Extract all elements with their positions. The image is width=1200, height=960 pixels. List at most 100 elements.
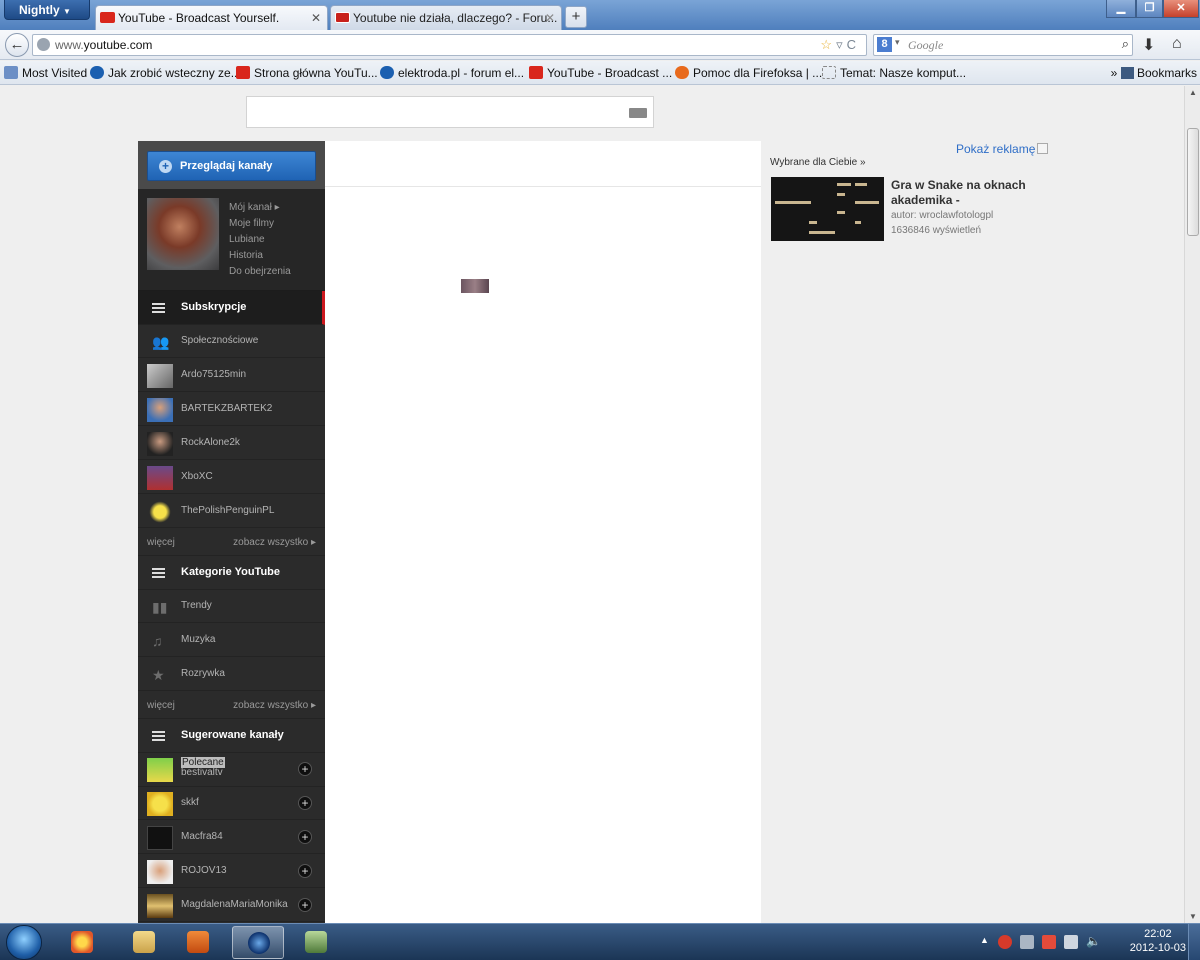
star-icon[interactable]: ☆ xyxy=(820,37,836,52)
close-tab-icon[interactable]: ✕ xyxy=(545,11,555,25)
ie-icon xyxy=(380,66,394,79)
scroll-up-icon[interactable]: ▲ xyxy=(1189,88,1197,97)
video-author: autor: wroclawfotologpl xyxy=(891,210,994,221)
more-link[interactable]: więcej xyxy=(147,537,175,548)
suggested-channel[interactable]: MagdalenaMariaMonika + xyxy=(138,889,325,922)
add-channel-button[interactable]: + xyxy=(298,762,312,776)
tab-youtube[interactable]: YouTube - Broadcast Yourself. ✕ xyxy=(95,5,328,30)
see-all-link[interactable]: zobacz wszystko ▸ xyxy=(233,700,316,711)
guide-item-trending[interactable]: ▮▮ Trendy xyxy=(138,590,325,623)
bookmark-item[interactable]: Temat: Nasze komput... xyxy=(822,66,966,80)
guide-item-channel[interactable]: XboXC xyxy=(138,461,325,494)
guide-item-channel[interactable]: Ardo75125min xyxy=(138,359,325,392)
ie-icon xyxy=(90,66,104,79)
see-all-link[interactable]: zobacz wszystko ▸ xyxy=(233,537,316,548)
taskbar-app-firefox[interactable] xyxy=(232,926,284,959)
search-icon[interactable]: ⌕ xyxy=(1122,36,1129,52)
display-icon[interactable] xyxy=(1064,935,1078,949)
liked-link[interactable]: Lubiane xyxy=(229,234,265,245)
add-channel-button[interactable]: + xyxy=(298,830,312,844)
history-dropdown-icon[interactable]: ▿ xyxy=(836,37,847,52)
url-host: youtube.com xyxy=(83,38,153,52)
scrollbar-thumb[interactable] xyxy=(1187,128,1199,236)
folder-icon xyxy=(133,931,155,953)
suggested-channel[interactable]: Polecane bestivaltv + xyxy=(138,753,325,787)
history-link[interactable]: Historia xyxy=(229,250,263,261)
download-icon[interactable]: ⬇ xyxy=(1142,35,1155,55)
show-hidden-icons-icon[interactable]: ▲ xyxy=(980,935,989,945)
home-icon[interactable]: ⌂ xyxy=(1172,35,1182,53)
clock[interactable]: 22:02 2012-10-03 xyxy=(1130,927,1186,955)
guide-subscriptions-header[interactable]: Subskrypcje xyxy=(138,291,325,325)
video-thumbnail[interactable] xyxy=(771,177,884,241)
guide-item-channel[interactable]: BARTEKZBARTEK2 xyxy=(138,393,325,426)
overflow-chevron-icon[interactable]: » xyxy=(1111,66,1118,80)
bookmark-item[interactable]: Pomoc dla Firefoksa | ... xyxy=(675,66,822,80)
guide-item-social[interactable]: 👥 Społecznościowe xyxy=(138,325,325,358)
guide-categories-header[interactable]: Kategorie YouTube xyxy=(138,556,325,590)
show-desktop-button[interactable] xyxy=(1188,924,1200,960)
network-icon[interactable] xyxy=(1020,935,1034,949)
watch-later-link[interactable]: Do obejrzenia xyxy=(229,266,291,277)
avatar[interactable] xyxy=(147,198,219,270)
antivirus-icon[interactable] xyxy=(998,935,1012,949)
youtube-search-input[interactable] xyxy=(246,96,654,128)
bookmark-most-visited[interactable]: Most Visited xyxy=(4,66,87,80)
my-videos-link[interactable]: Moje filmy xyxy=(229,218,274,229)
browse-channels-button[interactable]: + Przeglądaj kanały xyxy=(147,151,316,181)
new-tab-button[interactable]: + xyxy=(565,6,587,28)
start-button[interactable] xyxy=(6,925,42,960)
taskbar-app-explorer[interactable] xyxy=(118,926,170,959)
bookmark-item[interactable]: Jak zrobić wsteczny ze... xyxy=(90,66,241,80)
url-bar[interactable]: www.youtube.com ☆▿C xyxy=(32,34,867,56)
maximize-button[interactable]: ❐ xyxy=(1136,0,1163,18)
guide-item-entertainment[interactable]: ★ Rozrywka xyxy=(138,658,325,691)
taskbar-app-monitor[interactable] xyxy=(290,926,342,959)
bookmark-item[interactable]: Strona główna YouTu... xyxy=(236,66,378,80)
add-channel-button[interactable]: + xyxy=(298,898,312,912)
video-title-link[interactable]: Gra w Snake na oknach akademika - xyxy=(891,178,1031,208)
back-button[interactable]: ← xyxy=(5,33,29,57)
tab-label: YouTube - Broadcast Yourself. xyxy=(118,11,280,25)
minimize-button[interactable]: ▁ xyxy=(1106,0,1136,18)
bookmark-label: Most Visited xyxy=(22,66,88,80)
chevron-down-icon[interactable]: ▾ xyxy=(895,37,900,48)
featured-for-you-link[interactable]: Wybrane dla Ciebie » xyxy=(770,157,866,168)
search-bar[interactable]: 8 ▾ Google ⌕ xyxy=(873,34,1133,56)
taskbar-app-audio[interactable] xyxy=(56,926,108,959)
close-window-button[interactable]: ✕ xyxy=(1163,0,1199,18)
suggested-channel[interactable]: Macfra84 + xyxy=(138,821,325,854)
app-menu-button[interactable]: Nightly ▼ xyxy=(4,0,90,20)
google-engine-icon[interactable]: 8 xyxy=(877,37,892,52)
guide-item-music[interactable]: ♫ Muzyka xyxy=(138,624,325,657)
guide-item-channel[interactable]: ThePolishPenguinPL xyxy=(138,495,325,528)
headphones-icon: ♫ xyxy=(152,633,163,649)
most-visited-icon xyxy=(4,66,18,79)
action-center-icon[interactable] xyxy=(1042,935,1056,949)
media-player-icon xyxy=(187,931,209,953)
guide-suggested-header[interactable]: Sugerowane kanały xyxy=(138,719,325,753)
my-channel-link[interactable]: Mój kanał ▸ xyxy=(229,202,280,213)
bookmark-label: Temat: Nasze komput... xyxy=(840,66,967,80)
vertical-scrollbar[interactable]: ▲ ▼ xyxy=(1184,86,1200,923)
add-channel-button[interactable]: + xyxy=(298,796,312,810)
show-ads-link[interactable]: Pokaż reklamę xyxy=(956,142,1049,156)
page-content: + Przeglądaj kanały Mój kanał ▸ Moje film… xyxy=(0,86,1184,923)
keyboard-icon[interactable] xyxy=(629,108,647,118)
taskbar-app-media[interactable] xyxy=(172,926,224,959)
bookmarks-menu[interactable]: » Bookmarks xyxy=(1111,66,1197,80)
suggested-channel[interactable]: ROJOV13 + xyxy=(138,855,325,888)
close-tab-icon[interactable]: ✕ xyxy=(311,11,321,25)
bookmark-item[interactable]: YouTube - Broadcast ... xyxy=(529,66,672,80)
scroll-down-icon[interactable]: ▼ xyxy=(1189,912,1197,921)
bookmark-item[interactable]: elektroda.pl - forum el... xyxy=(380,66,524,80)
guide-item-label: Rozrywka xyxy=(181,668,225,679)
tab-forum[interactable]: Youtube nie działa, dlaczego? - Foru... … xyxy=(330,5,562,30)
volume-icon[interactable]: 🔈 xyxy=(1086,934,1101,948)
more-link[interactable]: więcej xyxy=(147,700,175,711)
reload-icon[interactable]: C xyxy=(847,37,860,52)
guide-item-channel[interactable]: RockAlone2k xyxy=(138,427,325,460)
suggested-channel[interactable]: skkf + xyxy=(138,787,325,820)
chevron-down-icon xyxy=(1037,143,1049,154)
add-channel-button[interactable]: + xyxy=(298,864,312,878)
